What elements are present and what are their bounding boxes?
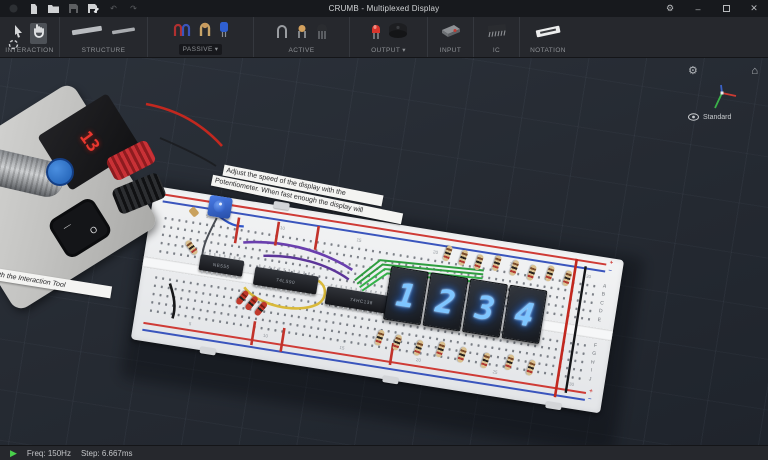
photoresistor-icon[interactable] — [295, 22, 309, 45]
transistor-icon[interactable] — [315, 22, 329, 45]
segment-digit: 1 — [394, 278, 418, 313]
hand-tool-button-selected[interactable] — [30, 23, 47, 44]
component-toolbar: INTERACTION STRUCTURE — [0, 17, 768, 58]
toolbar-section-output: OUTPUT ▾ — [350, 17, 428, 57]
toolbar-label-input: INPUT — [440, 47, 462, 57]
diode-icon[interactable] — [275, 22, 289, 45]
potentiometer-indicator — [218, 202, 221, 205]
breadboard-icon[interactable] — [71, 23, 105, 44]
minimize-button[interactable]: – — [684, 0, 712, 17]
resistor-icon[interactable] — [198, 20, 212, 43]
toolbar-section-interaction: INTERACTION — [0, 17, 60, 57]
passive-dropdown-arrow-icon: ▾ — [215, 45, 219, 53]
top-rail-minus-mark: − — [608, 268, 612, 274]
app-logo-icon — [8, 3, 19, 14]
view-mode-label[interactable]: Standard — [703, 114, 731, 121]
ic-label: NE555 — [213, 262, 230, 270]
orbit-tool-button[interactable] — [8, 37, 19, 55]
save-as-button[interactable] — [88, 3, 99, 14]
toolbar-section-input: INPUT — [428, 17, 474, 57]
scene-viewport[interactable]: appear as continuous digits + − + − A B … — [0, 58, 768, 445]
toolbar-section-active: ACTIVE — [254, 17, 350, 57]
bottom-rail-minus-mark: − — [587, 396, 591, 402]
crumb-app-window: ↶ ↷ CRUMB - Multiplexed Display ⚙ – ✕ — [0, 0, 768, 460]
toolbar-label-output[interactable]: OUTPUT ▾ — [371, 46, 406, 57]
home-view-icon[interactable]: ⌂ — [751, 66, 758, 77]
view-controls: ⚙ ⌂ Standard — [688, 66, 758, 121]
switch-off-mark: O — [88, 224, 99, 236]
toolbar-section-structure: STRUCTURE — [60, 17, 148, 57]
toolbar-section-notation: NOTATION — [520, 17, 576, 57]
switch-icon[interactable] — [440, 22, 462, 44]
toolbar-label-ic: IC — [493, 47, 500, 57]
ic-timer-555[interactable]: NE555 — [198, 254, 244, 277]
toolbar-label-structure: STRUCTURE — [82, 47, 126, 57]
row-letters-lower: F G H I J — [588, 342, 598, 384]
seven-segment-display[interactable]: 1 — [383, 266, 429, 325]
scene-settings-gear-icon[interactable]: ⚙ — [688, 66, 698, 77]
open-folder-button[interactable] — [48, 3, 59, 14]
segment-digit: 3 — [473, 291, 497, 326]
voltage-knob-face[interactable] — [46, 158, 74, 186]
bottom-rail-plus-mark: + — [589, 388, 593, 394]
board-strip-icon[interactable] — [111, 24, 137, 43]
redo-icon[interactable]: ↷ — [128, 3, 139, 14]
buzzer-icon[interactable] — [388, 21, 408, 44]
save-button[interactable] — [68, 3, 79, 14]
toolbar-label-active: ACTIVE — [289, 47, 315, 57]
segment-digit: 4 — [512, 297, 536, 332]
step-readout: Step: 6.667ms — [81, 449, 133, 458]
orientation-gizmo[interactable] — [706, 81, 740, 111]
output-dropdown-arrow-icon: ▾ — [402, 46, 406, 54]
breadboard-clip — [273, 201, 290, 210]
title-bar: ↶ ↷ CRUMB - Multiplexed Display ⚙ – ✕ — [0, 0, 768, 17]
new-file-button[interactable] — [28, 3, 39, 14]
play-icon[interactable]: ▶ — [10, 449, 17, 458]
eye-icon[interactable] — [688, 113, 699, 121]
trimmer-screw[interactable] — [188, 206, 199, 217]
ic-label: 74LS90 — [276, 277, 296, 285]
maximize-button[interactable] — [712, 0, 740, 17]
top-rail-plus-mark: + — [609, 260, 613, 266]
toolbar-section-passive: PASSIVE ▾ — [148, 17, 254, 57]
seven-segment-display[interactable]: 2 — [422, 272, 468, 331]
ic-label: 74HC138 — [350, 296, 374, 305]
window-title: CRUMB - Multiplexed Display — [220, 4, 548, 13]
status-bar: ▶ Freq: 150Hz Step: 6.667ms — [0, 445, 768, 460]
led-icon[interactable] — [370, 21, 382, 45]
resistors-icon[interactable] — [172, 20, 192, 43]
power-supply-reading: 13 — [75, 128, 103, 156]
seven-segment-display[interactable]: 3 — [462, 278, 508, 337]
toolbar-label-passive[interactable]: PASSIVE ▾ — [179, 44, 223, 55]
close-button[interactable]: ✕ — [740, 0, 768, 17]
segment-digit: 2 — [433, 285, 457, 320]
label-sticker-icon[interactable] — [534, 23, 562, 44]
potentiometer[interactable] — [207, 195, 233, 219]
capacitor-icon[interactable] — [218, 20, 230, 43]
undo-icon[interactable]: ↶ — [108, 3, 119, 14]
toolbar-section-ic: IC — [474, 17, 520, 57]
settings-gear-button[interactable]: ⚙ — [656, 0, 684, 17]
switch-on-mark: — — [61, 220, 73, 232]
frequency-readout: Freq: 150Hz — [27, 449, 71, 458]
ic-chip-icon[interactable] — [485, 22, 509, 44]
toolbar-label-notation: NOTATION — [530, 47, 566, 57]
row-letters-upper: A B C D E — [597, 282, 607, 324]
